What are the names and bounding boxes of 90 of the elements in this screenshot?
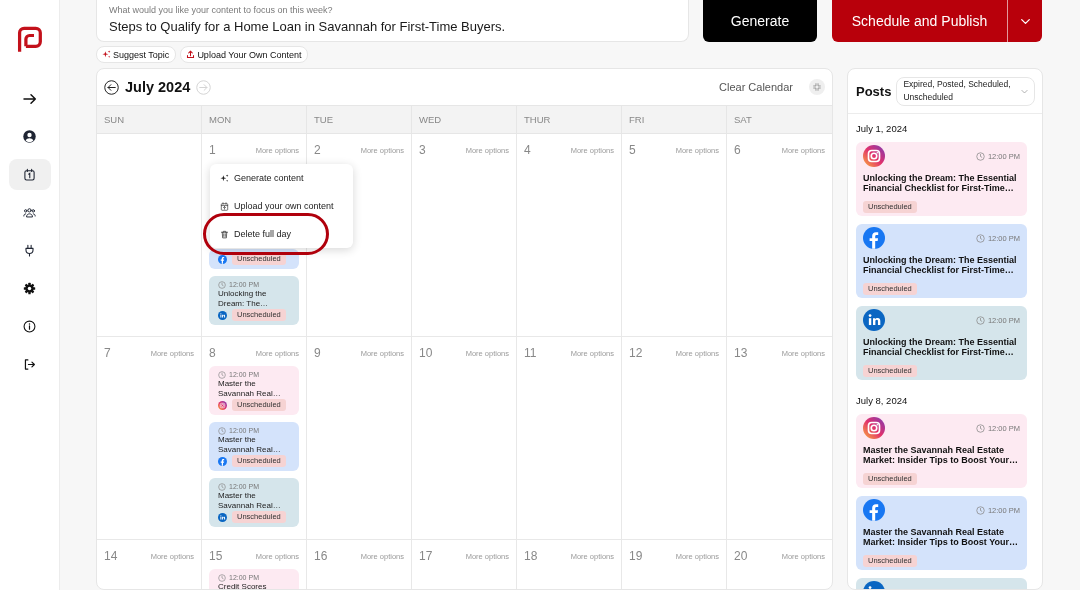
calendar-icon <box>23 168 36 181</box>
post-title: Unlocking the Dream: The… <box>218 289 270 309</box>
previous-month-button[interactable] <box>104 79 119 95</box>
day-number: 3 <box>419 143 426 157</box>
settings-icon <box>23 282 36 295</box>
status-filter-dropdown[interactable]: Expired, Posted, Scheduled, Unscheduled <box>896 76 1035 106</box>
plug-icon <box>23 244 36 257</box>
clock-icon <box>218 426 226 435</box>
clock-icon <box>975 151 985 161</box>
post-title: Unlocking the Dream: The Essential Financial Checklist for First-Time… <box>863 255 1018 275</box>
post-title: Unlocking the Dream: The Essential Financial Checklist for First-Time… <box>863 337 1018 357</box>
logout-icon <box>23 358 36 371</box>
topic-input-field[interactable]: What would you like your content to focus on this week? Steps to Qualify for a Home Loan in Savannah for First-Time Buyers. <box>96 0 689 42</box>
calendar-upload-icon <box>220 201 229 211</box>
day-number: 1 <box>209 143 216 157</box>
day-number: 15 <box>209 549 223 563</box>
chip-button[interactable]: Upload Your Own Content <box>180 46 309 63</box>
weekday-label: TUE <box>314 114 333 125</box>
instagram-icon <box>218 400 227 410</box>
schedule-and-publish-button[interactable]: Schedule and Publish <box>832 0 1007 42</box>
day-number: 6 <box>734 143 741 157</box>
people-icon <box>23 206 36 219</box>
day-number: 5 <box>629 143 636 157</box>
day-number: 17 <box>419 549 433 563</box>
linkedin-icon <box>863 309 885 331</box>
clock-icon <box>218 573 226 582</box>
user-icon <box>23 130 36 143</box>
trash-icon <box>220 229 229 239</box>
weekday-label: FRI <box>629 114 645 125</box>
post-title: Master the Savannah Real Estate Market: Insider Tips to Boost Your… <box>863 527 1020 547</box>
day-number: 7 <box>104 346 111 360</box>
weekday-label: SAT <box>734 114 752 125</box>
linkedin-icon <box>218 512 227 522</box>
facebook-icon <box>218 254 227 264</box>
instagram-icon <box>863 145 885 167</box>
topic-field-value: Steps to Qualify for a Home Loan in Savannah for First-Time Buyers. <box>109 19 506 35</box>
sparkle-icon <box>102 50 111 59</box>
collapse-icon <box>812 82 822 92</box>
menu-item[interactable]: Delete full day <box>210 220 353 248</box>
day-number: 10 <box>419 346 433 360</box>
facebook-icon <box>218 456 227 466</box>
topic-field-label: What would you like your content to focus on this week? <box>109 5 333 16</box>
sparkle-icon <box>220 173 229 183</box>
post-title: Master the Savannah Real… <box>218 491 282 511</box>
weekday-label: THUR <box>524 114 551 125</box>
clock-icon <box>975 315 985 325</box>
day-number: 8 <box>209 346 216 360</box>
clock-icon <box>975 505 985 515</box>
day-number: 18 <box>524 549 538 563</box>
date-heading: July 1, 2024 <box>856 124 909 134</box>
panel-title: Posts <box>856 83 892 99</box>
clock-icon <box>975 423 985 433</box>
logo-icon <box>16 25 43 55</box>
weekday-label: SUN <box>104 114 125 125</box>
clock-icon <box>975 233 985 243</box>
day-number: 9 <box>314 346 321 360</box>
upload-icon <box>186 50 196 59</box>
month-title: July 2024 <box>125 79 191 95</box>
instagram-icon <box>863 417 885 439</box>
post-title: Unlocking the Dream: The Essential Financial Checklist for First-Time… <box>863 173 1018 193</box>
clear-calendar-button[interactable]: Clear Calendar <box>719 81 793 93</box>
weekday-label: WED <box>419 114 442 125</box>
clock-icon <box>218 370 226 379</box>
day-number: 2 <box>314 143 321 157</box>
date-heading: July 8, 2024 <box>856 396 909 406</box>
clock-icon <box>218 482 226 491</box>
linkedin-icon <box>218 310 227 320</box>
day-number: 14 <box>104 549 118 563</box>
clock-icon <box>218 280 226 289</box>
day-number: 19 <box>629 549 643 563</box>
post-title: Credit Scores <box>218 582 268 589</box>
menu-item[interactable]: Generate content <box>210 164 353 192</box>
chip-button[interactable]: Suggest Topic <box>96 46 177 63</box>
day-number: 4 <box>524 143 531 157</box>
facebook-icon <box>863 499 885 521</box>
menu-item[interactable]: Upload your own content <box>210 192 353 220</box>
info-icon <box>23 320 36 333</box>
day-number: 20 <box>734 549 748 563</box>
weekday-label: MON <box>209 114 232 125</box>
post-title: Master the Savannah Real Estate Market: Insider Tips to Boost Your… <box>863 445 1020 465</box>
day-number: 11 <box>524 346 537 360</box>
day-number: 13 <box>734 346 748 360</box>
generate-button[interactable]: Generate <box>703 0 817 42</box>
day-number: 12 <box>629 346 643 360</box>
arrow-right-icon <box>196 79 212 95</box>
post-title: Master the Savannah Real… <box>218 379 282 399</box>
day-number: 16 <box>314 549 328 563</box>
facebook-icon <box>863 227 885 249</box>
arrow-left-icon <box>104 79 119 95</box>
post-title: Master the Savannah Real… <box>218 435 282 455</box>
